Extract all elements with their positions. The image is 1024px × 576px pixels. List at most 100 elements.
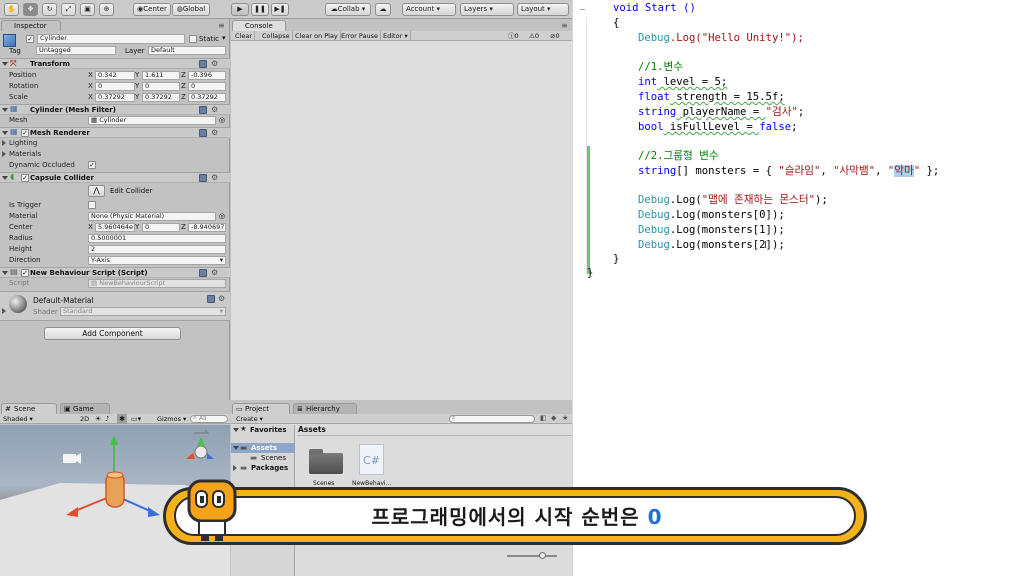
edit-collider-button[interactable]: ⋀	[88, 185, 105, 197]
rotation-y-field[interactable]: 0	[142, 82, 180, 91]
sidebar-item-packages[interactable]: Packages	[251, 463, 288, 473]
console-collapse-button[interactable]: Collapse	[260, 31, 293, 41]
script-header[interactable]: ▤ ✓ New Behaviour Script (Script) ⚙	[0, 267, 230, 278]
create-dropdown[interactable]: Create ▾	[236, 414, 263, 424]
mesh-filter-header[interactable]: ▦ Cylinder (Mesh Filter) ⚙	[0, 104, 230, 115]
settings-icon[interactable]: ⚙	[211, 106, 218, 114]
info-count[interactable]: ⓘ0	[508, 31, 519, 41]
center-z-field[interactable]: -8.940697	[188, 223, 226, 232]
asset-item-script[interactable]: C#	[359, 444, 384, 475]
filter-label-icon[interactable]: ◆	[551, 414, 556, 422]
layer-dropdown[interactable]: Default	[148, 46, 226, 55]
step-button[interactable]: ▶❚	[271, 3, 289, 16]
rotation-x-field[interactable]: 0	[95, 82, 135, 91]
icon-size-slider[interactable]	[507, 555, 557, 557]
pivot-center-button[interactable]: ◉Center	[133, 3, 171, 16]
tab-game[interactable]: ▣ Game	[60, 403, 110, 414]
help-icon[interactable]	[207, 295, 215, 303]
lighting-row[interactable]: Lighting	[0, 138, 230, 148]
pause-button[interactable]: ❚❚	[251, 3, 269, 16]
shading-mode-dropdown[interactable]: Shaded ▾	[3, 414, 33, 424]
console-editor-dropdown[interactable]: Editor ▾	[381, 31, 411, 41]
capsule-collider-checkbox[interactable]: ✓	[21, 174, 29, 182]
object-name-field[interactable]: Cylinder	[37, 34, 185, 44]
help-icon[interactable]	[199, 60, 207, 68]
dynamic-occluded-checkbox[interactable]: ✓	[88, 161, 96, 169]
height-field[interactable]: 2	[88, 245, 226, 254]
add-component-button[interactable]: Add Component	[44, 327, 181, 340]
shader-dropdown[interactable]: Standard ▾	[60, 307, 226, 316]
filter-type-icon[interactable]: ◧	[540, 414, 547, 422]
object-picker-icon[interactable]: ◎	[219, 211, 225, 221]
position-y-field[interactable]: 1.611	[142, 71, 180, 80]
radius-field[interactable]: 0.5000001	[88, 234, 226, 243]
console-clear-on-play-button[interactable]: Clear on Play	[293, 31, 341, 41]
position-x-field[interactable]: 0.342	[95, 71, 135, 80]
object-picker-icon[interactable]: ◎	[219, 115, 225, 125]
2d-mode-toggle[interactable]: 2D	[80, 414, 89, 424]
console-error-pause-button[interactable]: Error Pause	[339, 31, 382, 41]
center-y-field[interactable]: 0	[142, 223, 180, 232]
mesh-field[interactable]: ▦ Cylinder	[88, 116, 216, 125]
account-dropdown[interactable]: Account ▾	[402, 3, 456, 16]
mesh-renderer-header[interactable]: ▦ ✓ Mesh Renderer ⚙	[0, 127, 230, 138]
materials-row[interactable]: Materials	[0, 149, 230, 159]
lighting-toggle-icon[interactable]: ☀	[95, 414, 101, 424]
help-icon[interactable]	[199, 129, 207, 137]
scale-x-field[interactable]: 0.37292	[95, 93, 135, 102]
settings-icon[interactable]: ⚙	[211, 129, 218, 137]
position-z-field[interactable]: -0.396	[188, 71, 226, 80]
scale-z-field[interactable]: 0.37292	[188, 93, 226, 102]
audio-toggle-icon[interactable]: ♪	[105, 414, 109, 424]
rect-tool-button[interactable]: ▣	[80, 3, 95, 16]
layout-dropdown[interactable]: Layout ▾	[517, 3, 569, 16]
tab-inspector[interactable]: Inspector	[1, 20, 61, 31]
static-checkbox[interactable]	[189, 35, 197, 43]
breadcrumb[interactable]: Assets	[298, 425, 326, 435]
collapse-toggle-icon[interactable]: −	[579, 5, 586, 14]
tag-dropdown[interactable]: Untagged	[36, 46, 116, 55]
help-icon[interactable]	[199, 106, 207, 114]
rotate-tool-button[interactable]: ↻	[42, 3, 57, 16]
sidebar-item-scenes[interactable]: Scenes	[261, 453, 286, 463]
settings-icon[interactable]: ⚙	[218, 295, 225, 303]
capsule-collider-header[interactable]: ◖ ✓ Capsule Collider ⚙	[0, 172, 230, 183]
settings-icon[interactable]: ⚙	[211, 269, 218, 277]
tab-console[interactable]: Console	[232, 20, 286, 31]
asset-item-scenes[interactable]	[309, 448, 343, 474]
help-icon[interactable]	[199, 269, 207, 277]
settings-icon[interactable]: ⚙	[211, 174, 218, 182]
layers-dropdown[interactable]: Layers ▾	[460, 3, 514, 16]
object-active-checkbox[interactable]: ✓	[26, 35, 34, 43]
is-trigger-checkbox[interactable]	[88, 201, 96, 209]
scale-tool-button[interactable]: ⤢	[61, 3, 76, 16]
tab-project[interactable]: ▭ Project	[232, 403, 290, 414]
play-button[interactable]: ▶	[231, 3, 249, 16]
sidebar-item-favorites[interactable]: Favorites	[250, 425, 287, 435]
script-enabled-checkbox[interactable]: ✓	[21, 269, 29, 277]
cloud-button[interactable]: ☁	[375, 3, 391, 16]
pivot-global-button[interactable]: ◍Global	[172, 3, 210, 16]
error-count[interactable]: ⊘0	[550, 31, 560, 41]
collab-dropdown[interactable]: ☁Collab ▾	[325, 3, 371, 16]
settings-icon[interactable]: ⚙	[211, 60, 218, 68]
scale-y-field[interactable]: 0.37292	[142, 93, 180, 102]
physic-material-field[interactable]: None (Physic Material)	[88, 212, 216, 221]
effects-toggle-icon[interactable]: ✱	[117, 414, 127, 424]
favorite-star-icon[interactable]: ★	[562, 414, 568, 422]
image-icon[interactable]: ▭▾	[131, 414, 141, 424]
gizmos-dropdown[interactable]: Gizmos ▾	[157, 414, 186, 424]
move-tool-button[interactable]: ✥	[23, 3, 38, 16]
tab-hierarchy[interactable]: ≣ Hierarchy	[293, 403, 357, 414]
transform-tool-button[interactable]: ⊕	[99, 3, 114, 16]
mesh-renderer-checkbox[interactable]: ✓	[21, 129, 29, 137]
direction-dropdown[interactable]: Y-Axis ▾	[88, 256, 226, 265]
hand-tool-button[interactable]: ✋	[4, 3, 19, 16]
static-dropdown-arrow[interactable]: ▾	[222, 34, 226, 42]
rotation-z-field[interactable]: 0	[188, 82, 226, 91]
panel-menu-icon[interactable]: ≡	[561, 22, 568, 30]
warning-count[interactable]: ⚠0	[529, 31, 539, 41]
icon-size-slider-thumb[interactable]	[539, 552, 546, 559]
transform-header[interactable]: ⤧ Transform ⚙	[0, 58, 230, 69]
console-clear-button[interactable]: Clear	[233, 31, 255, 41]
